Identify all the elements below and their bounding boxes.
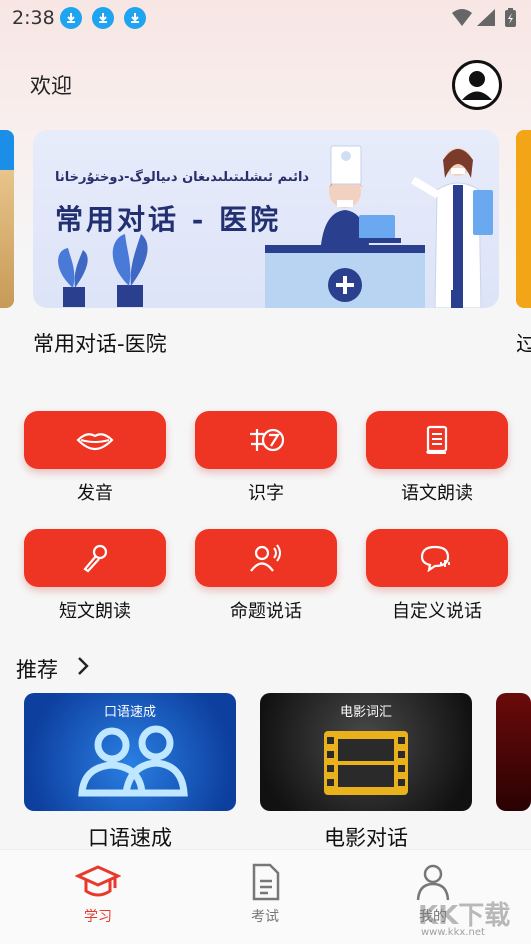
graduation-cap-icon	[75, 865, 121, 897]
carousel-banner-hospital[interactable]: دائىم ئىشلىتىلىدىغان دىيالوگ-دوختۇرخانا …	[33, 130, 499, 308]
lips-icon	[76, 433, 114, 451]
feature-label: 命题说话	[230, 601, 302, 622]
hospital-illustration	[58, 145, 493, 308]
system-status-icons	[451, 7, 521, 33]
status-time: 2:38	[12, 7, 55, 29]
speaker-icon	[250, 544, 281, 572]
character-icon	[250, 428, 285, 452]
banner-caption: 常用对话-医院	[33, 332, 167, 356]
user-icon	[462, 71, 492, 100]
status-bar: 2:38	[0, 0, 531, 36]
feature-label: 识字	[248, 483, 284, 504]
watermark-url: www.kkx.net	[421, 927, 485, 938]
feature-label: 语文朗读	[401, 483, 473, 504]
feature-label: 自定义说话	[392, 601, 482, 622]
document-icon	[252, 863, 280, 901]
feature-short-reading[interactable]: 短文朗读	[24, 529, 166, 623]
feature-label: 短文朗读	[59, 601, 131, 622]
chat-bubble-icon	[420, 545, 450, 572]
recommend-card-speaking[interactable]: 口语速成	[24, 693, 236, 811]
signal-icon	[477, 9, 495, 26]
nav-tab-study[interactable]: 学习	[53, 862, 143, 926]
download-icon	[60, 7, 82, 29]
card-caption: 口语速成	[88, 826, 172, 850]
book-icon	[426, 425, 448, 454]
profile-avatar-button[interactable]	[452, 60, 502, 110]
welcome-title: 欢迎	[30, 74, 72, 98]
feature-short-reading-button[interactable]	[24, 529, 166, 587]
nav-tab-label: 学习	[84, 909, 112, 925]
feature-custom-speaking[interactable]: 自定义说话	[366, 529, 508, 623]
recommend-section-title[interactable]: 推荐	[16, 654, 58, 684]
film-strip-icon	[324, 731, 408, 795]
recommend-card-movie[interactable]: 电影词汇	[260, 693, 472, 811]
wifi-icon	[452, 9, 472, 26]
feature-label: 发音	[77, 483, 113, 504]
nav-tab-exam[interactable]: 考试	[220, 862, 310, 926]
download-icon	[92, 7, 114, 29]
feature-text-reading-button[interactable]	[366, 411, 508, 469]
carousel-prev-banner[interactable]	[0, 130, 14, 308]
download-icon	[124, 7, 146, 29]
feature-pronunciation[interactable]: 发音	[24, 411, 166, 505]
feature-topic-speaking-button[interactable]	[195, 529, 337, 587]
nav-tab-label: 考试	[251, 909, 279, 925]
card-caption: 电影对话	[324, 826, 408, 850]
feature-literacy-button[interactable]	[195, 411, 337, 469]
microphone-icon	[83, 544, 108, 573]
feature-literacy[interactable]: 识字	[195, 411, 337, 505]
feature-text-reading[interactable]: 语文朗读	[366, 411, 508, 505]
carousel-next-banner[interactable]	[516, 130, 531, 308]
next-banner-caption: 过	[516, 332, 531, 356]
feature-pronunciation-button[interactable]	[24, 411, 166, 469]
people-icon	[78, 725, 188, 797]
chevron-right-icon[interactable]	[76, 656, 90, 676]
recommend-card-next[interactable]	[496, 693, 531, 811]
feature-topic-speaking[interactable]: 命题说话	[195, 529, 337, 623]
feature-custom-speaking-button[interactable]	[366, 529, 508, 587]
